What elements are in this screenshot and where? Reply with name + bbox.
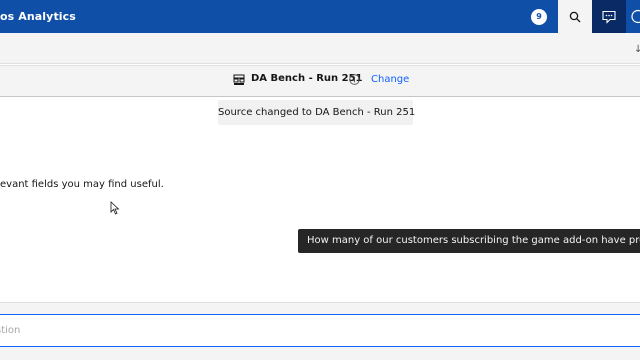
assistant-chat-button[interactable] [592,0,626,33]
top-nav-bar: os Analytics 9 [0,0,640,33]
question-input[interactable] [0,314,640,347]
help-button[interactable] [626,0,640,33]
download-icon[interactable]: ↓ [634,44,640,55]
help-icon [631,9,640,24]
app-title: os Analytics [0,10,76,23]
user-message: How many of our customers subscribing th… [298,229,640,253]
toolbar [0,33,640,64]
source-name: DA Bench - Run 251 [251,73,363,84]
change-source-link[interactable]: Change [371,74,409,85]
notification-badge[interactable]: 9 [531,9,547,25]
bottom-bar [0,347,640,360]
chat-icon [602,10,616,23]
mouse-cursor-icon [110,201,120,215]
search-icon [569,11,581,22]
assistant-message: evant fields you may find useful. [0,179,164,190]
data-module-icon [233,74,245,85]
info-icon[interactable] [349,74,360,85]
search-button[interactable] [558,0,592,33]
source-changed-toast: Source changed to DA Bench - Run 251 [218,100,415,125]
